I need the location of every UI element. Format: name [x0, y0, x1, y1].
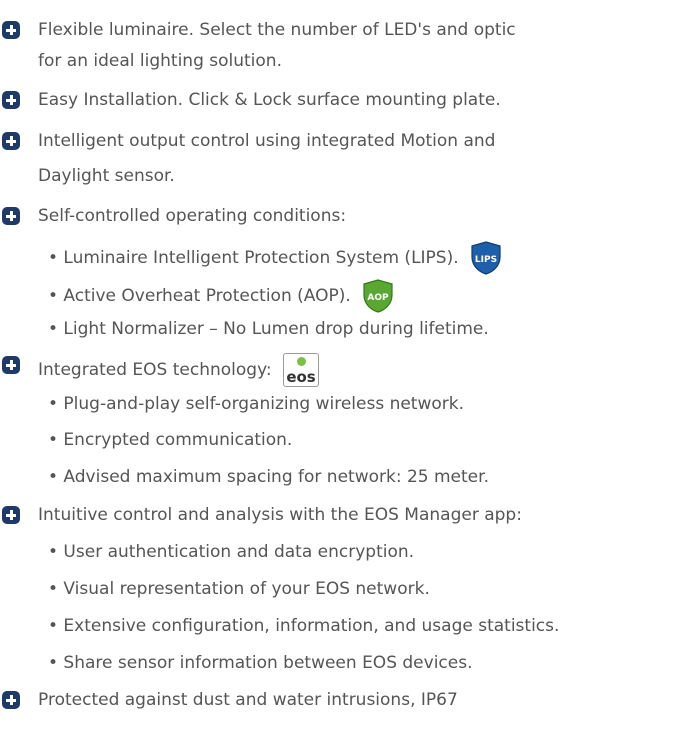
plus-bullet-icon — [2, 506, 20, 524]
sub-item: • Visual representation of your EOS netw… — [48, 579, 430, 599]
feature-text: Flexible luminaire. Select the number of… — [38, 20, 516, 40]
feature-line: Integrated EOS technology: eos — [38, 353, 320, 387]
aop-shield-icon: AOP — [363, 279, 393, 313]
eos-logo-dot — [297, 357, 307, 366]
plus-bullet-icon — [2, 132, 20, 150]
plus-bullet-icon — [2, 91, 20, 109]
feature-text: Integrated EOS technology: — [38, 360, 272, 380]
sub-item: • Extensive configuration, information, … — [48, 616, 560, 636]
sub-item-text: • Luminaire Intelligent Protection Syste… — [48, 248, 459, 268]
sub-item-text: • Active Overheat Protection (AOP). — [48, 286, 351, 306]
eos-logo-text: eos — [286, 368, 316, 386]
svg-text:AOP: AOP — [368, 293, 390, 303]
plus-bullet-icon — [2, 356, 20, 374]
sub-item: • Luminaire Intelligent Protection Syste… — [48, 241, 502, 275]
sub-item: • Share sensor information between EOS d… — [48, 653, 473, 673]
feature-text: Easy Installation. Click & Lock surface … — [38, 90, 501, 110]
plus-bullet-icon — [2, 207, 20, 225]
sub-item: • Encrypted communication. — [48, 430, 293, 450]
sub-item: • Light Normalizer – No Lumen drop durin… — [48, 319, 489, 339]
plus-bullet-icon — [2, 21, 20, 39]
plus-bullet-icon — [2, 691, 20, 709]
feature-text: Intelligent output control using integra… — [38, 131, 496, 151]
feature-text: Daylight sensor. — [38, 166, 175, 186]
svg-text:LIPS: LIPS — [475, 255, 497, 265]
sub-item: • User authentication and data encryptio… — [48, 542, 415, 562]
eos-logo-icon: eos — [283, 353, 320, 387]
sub-item: • Active Overheat Protection (AOP). AOP — [48, 279, 394, 313]
feature-list: Flexible luminaire. Select the number of… — [0, 0, 673, 754]
feature-text: Self-controlled operating conditions: — [38, 206, 347, 226]
feature-text: Intuitive control and analysis with the … — [38, 505, 522, 525]
feature-text: Protected against dust and water intrusi… — [38, 690, 458, 710]
sub-item: • Advised maximum spacing for network: 2… — [48, 467, 489, 487]
feature-text: for an ideal lighting solution. — [38, 51, 282, 71]
lips-shield-icon: LIPS — [471, 241, 501, 275]
sub-item: • Plug-and-play self-organizing wireless… — [48, 394, 465, 414]
